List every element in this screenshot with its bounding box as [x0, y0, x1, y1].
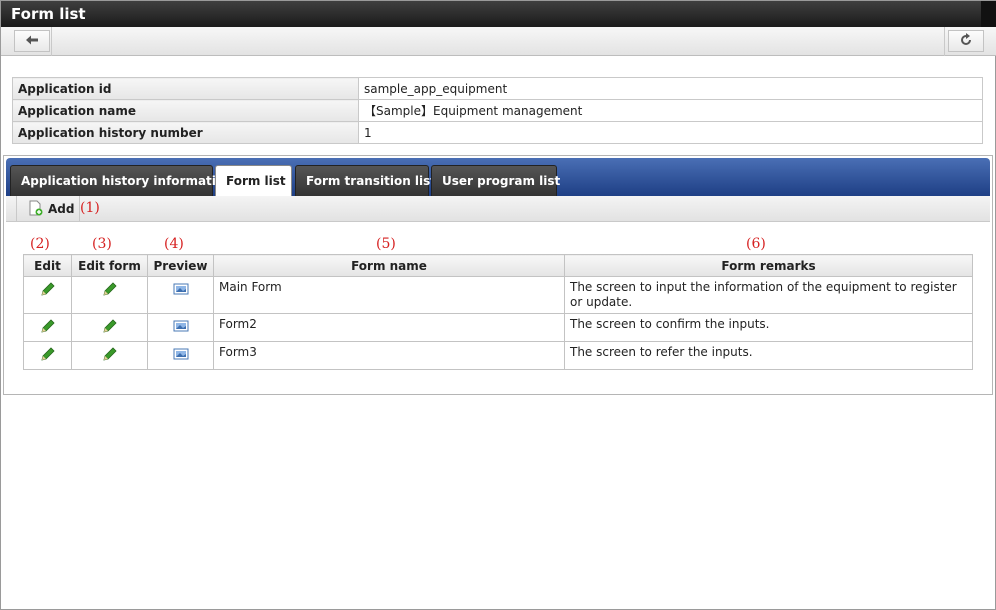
edit-form-cell [71, 341, 148, 370]
window-title: Form list [11, 5, 86, 23]
annotation-3: (3) [92, 236, 112, 252]
info-row: Application id sample_app_equipment [12, 77, 983, 100]
reload-button[interactable] [948, 30, 984, 52]
column-header-form-remarks: Form remarks [564, 254, 973, 277]
edit-cell [23, 313, 72, 342]
toolbar-separator [51, 27, 52, 56]
annotation-2: (2) [30, 236, 50, 252]
tab-bar: Application history information Form lis… [6, 158, 990, 196]
app-window: Form list Application id sample_app_equi… [0, 0, 996, 610]
tab-panel: Application history information Form lis… [3, 155, 993, 395]
info-label: Application history number [12, 121, 359, 144]
info-label: Application id [12, 77, 359, 100]
edit-form-cell [71, 276, 148, 314]
reload-icon [959, 32, 973, 50]
info-row: Application name 【Sample】Equipment manag… [12, 99, 983, 122]
tab-form-transition-list[interactable]: Form transition list [295, 165, 436, 196]
pencil-icon[interactable] [102, 346, 118, 366]
form-name-cell: Form2 [213, 313, 565, 342]
image-icon[interactable] [173, 318, 189, 338]
edit-cell [23, 276, 72, 314]
column-header-preview: Preview [147, 254, 214, 277]
annotation-1: (1) [80, 200, 100, 216]
info-label: Application name [12, 99, 359, 122]
annotation-4: (4) [164, 236, 184, 252]
table-row: Form2 The screen to confirm the inputs. [23, 313, 973, 342]
info-value: sample_app_equipment [358, 77, 983, 100]
main-toolbar [1, 27, 996, 56]
edit-cell [23, 341, 72, 370]
image-icon[interactable] [173, 346, 189, 366]
table-row: Main Form The screen to input the inform… [23, 276, 973, 314]
table-row: Form3 The screen to refer the inputs. [23, 341, 973, 370]
preview-cell [147, 341, 214, 370]
info-row: Application history number 1 [12, 121, 983, 144]
pencil-icon[interactable] [102, 318, 118, 338]
pencil-icon[interactable] [40, 346, 56, 366]
annotation-6: (6) [746, 236, 766, 252]
title-bar: Form list [1, 1, 996, 27]
tab-form-list[interactable]: Form list [215, 165, 292, 196]
preview-cell [147, 276, 214, 314]
form-remarks-cell: The screen to refer the inputs. [564, 341, 973, 370]
toolbar-separator [944, 27, 945, 56]
add-button[interactable]: Add [16, 196, 80, 222]
info-value: 1 [358, 121, 983, 144]
column-header-edit-form: Edit form [71, 254, 148, 277]
add-page-icon [27, 200, 48, 219]
table-header-row: Edit Edit form Preview Form name Form re… [23, 254, 973, 277]
application-info-table: Application id sample_app_equipment Appl… [12, 77, 983, 144]
pencil-icon[interactable] [40, 318, 56, 338]
info-value: 【Sample】Equipment management [358, 99, 983, 122]
back-arrow-icon [25, 33, 39, 50]
preview-cell [147, 313, 214, 342]
back-button[interactable] [14, 30, 50, 52]
title-bar-corner [981, 1, 996, 27]
form-name-cell: Form3 [213, 341, 565, 370]
annotation-5: (5) [376, 236, 396, 252]
add-label: Add [48, 202, 75, 216]
form-remarks-cell: The screen to input the information of t… [564, 276, 973, 314]
form-name-cell: Main Form [213, 276, 565, 314]
image-icon[interactable] [173, 281, 189, 301]
pencil-icon[interactable] [102, 281, 118, 301]
tab-user-program-list[interactable]: User program list [431, 165, 560, 196]
column-header-form-name: Form name [213, 254, 565, 277]
tab-application-history-information[interactable]: Application history information [10, 165, 233, 196]
edit-form-cell [71, 313, 148, 342]
form-list-table: Edit Edit form Preview Form name Form re… [23, 254, 973, 370]
form-list-toolbar: Add (1) [6, 196, 990, 222]
pencil-icon[interactable] [40, 281, 56, 301]
column-header-edit: Edit [23, 254, 72, 277]
form-remarks-cell: The screen to confirm the inputs. [564, 313, 973, 342]
